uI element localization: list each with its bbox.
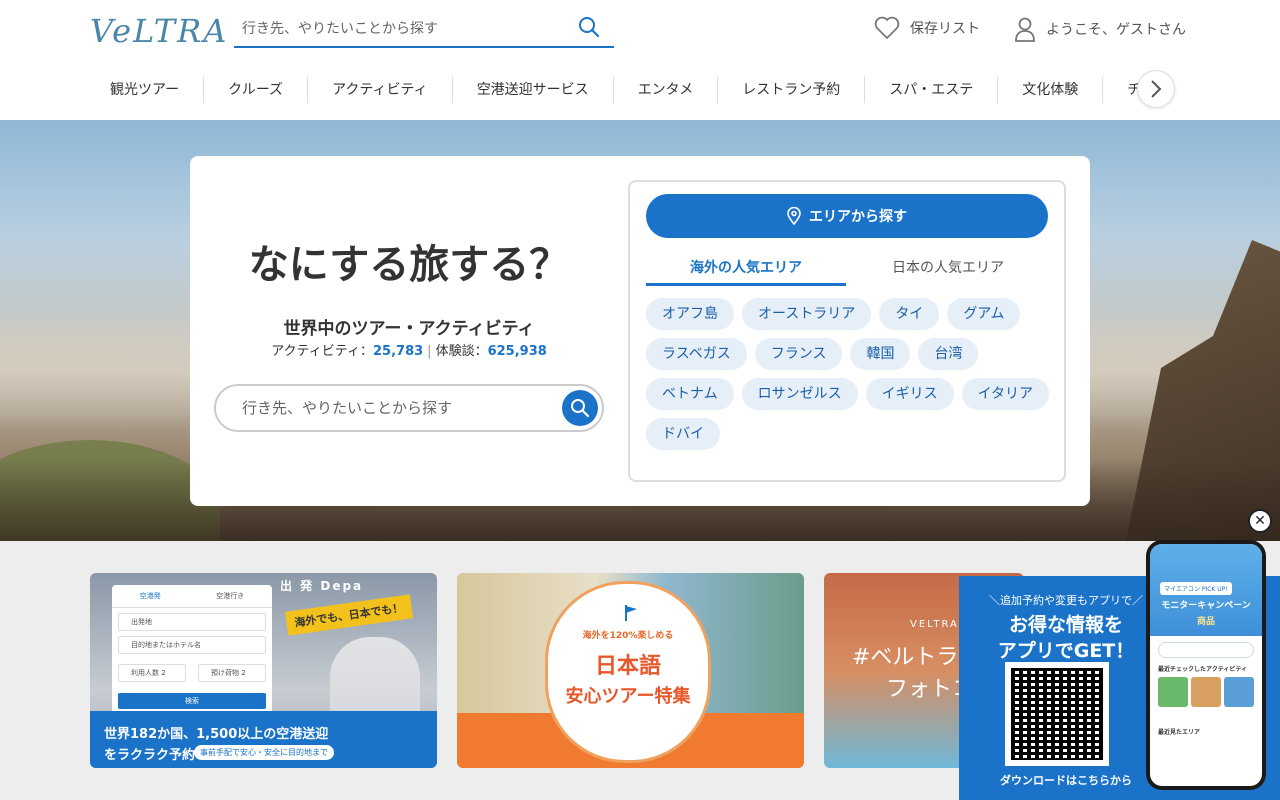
nav-item-6[interactable]: スパ・エステ: [865, 77, 999, 103]
heart-icon: [874, 16, 900, 39]
japanese-badge: 海外を120%楽しめる 日本語 安心ツアー特集: [545, 581, 711, 763]
tab-overseas[interactable]: 海外の人気エリア: [646, 254, 846, 286]
tab-to: 空港行き: [216, 592, 245, 600]
airport-strip: 世界182か国、1,500以上の空港送迎 をラクラク予約 事前手配で安心・安全に…: [90, 711, 437, 768]
hero-search-input[interactable]: [216, 386, 536, 430]
phone-label2: 最近見たエリア: [1158, 729, 1201, 736]
phone-row: [1158, 642, 1254, 658]
save-list-label: 保存リスト: [910, 21, 980, 37]
area-chip-11[interactable]: イタリア: [961, 378, 1050, 410]
area-chip-0[interactable]: オアフ島: [646, 298, 734, 330]
chevron-right-icon: [1151, 80, 1162, 98]
user-menu[interactable]: ようこそ、ゲストさん: [1014, 16, 1186, 42]
japanese-big: 日本語: [594, 654, 661, 679]
area-chip-6[interactable]: 韓国: [850, 338, 911, 370]
nav-item-8[interactable]: チケット: [1103, 77, 1140, 103]
field-dest: 目的地またはホテル名: [118, 636, 266, 654]
hero-search-button[interactable]: [562, 390, 598, 426]
nav-item-0[interactable]: 観光ツアー: [90, 77, 205, 103]
hero-title: なにする旅する？: [248, 242, 570, 288]
area-search-button[interactable]: エリアから探す: [646, 194, 1048, 238]
field-people: 利用人数 2: [118, 664, 186, 682]
phone-mockup: マイエアコン PICK UP! モニターキャンペーン 商品 最近チェックしたアク…: [1146, 540, 1266, 790]
area-chip-3[interactable]: グアム: [947, 298, 1021, 330]
app-promo-t1: ＼追加予約や変更もアプリで／: [989, 594, 1143, 607]
welcome-label: ようこそ、ゲストさん: [1046, 22, 1186, 38]
search-icon[interactable]: [578, 16, 600, 42]
japanese-big2: 安心ツアー特集: [565, 686, 691, 707]
area-chip-12[interactable]: ドバイ: [646, 418, 720, 450]
hero-section: なにする旅する？ 世界中のツアー・アクティビティ アクティビティ：25,783 |…: [0, 120, 1280, 541]
nav-item-7[interactable]: 文化体験: [998, 77, 1104, 103]
activities-label: アクティビティ：: [271, 344, 373, 359]
transfer-form-preview: 空港発 空港行き 出発地 目的地またはホテル名 利用人数 2 預け荷物 2 検索: [112, 585, 272, 717]
phone-label1: 最近チェックしたアクティビティ: [1158, 666, 1247, 673]
download-link[interactable]: ダウンロードはこちらから: [971, 772, 1161, 788]
area-chip-9[interactable]: ロサンゼルス: [741, 378, 858, 410]
area-chips: オアフ島 オーストラリア タイ グアム ラスベガス フランス 韓国 台湾 ベトナム ロサンゼルスイ…: [646, 298, 1056, 450]
user-icon: [1015, 17, 1035, 42]
nav-item-2[interactable]: アクティビティ: [308, 77, 453, 103]
transfer-search-button: 検索: [118, 693, 266, 709]
phone-thumbs: [1158, 677, 1254, 707]
field-luggage: 預け荷物 2: [198, 664, 266, 682]
area-chip-8[interactable]: ベトナム: [646, 378, 734, 410]
area-chip-10[interactable]: イギリス: [865, 378, 954, 410]
station-sign: 出 発 Depa: [280, 579, 364, 593]
area-chip-2[interactable]: タイ: [879, 298, 940, 330]
site-header: VeLTRA 保存リスト ようこそ、ゲストさん 観光ツアークルーズアクティビティ…: [0, 0, 1280, 120]
airport-line1: 世界182か国、1,500以上の空港送迎: [104, 727, 329, 742]
nav-item-3[interactable]: 空港送迎サービス: [453, 77, 614, 103]
japanese-tour-banner[interactable]: 海外を120%楽しめる 日本語 安心ツアー特集: [457, 573, 804, 768]
nav-item-1[interactable]: クルーズ: [204, 77, 309, 103]
reviews-label: 体験談：: [435, 344, 488, 359]
nav-item-4[interactable]: エンタメ: [614, 77, 719, 103]
header-search-input[interactable]: [234, 12, 564, 46]
promo-tag: 海外でも、日本でも！: [284, 594, 413, 636]
phone-screen: マイエアコン PICK UP! モニターキャンペーン 商品 最近チェックしたアク…: [1150, 544, 1262, 786]
japanese-small: 海外を120%楽しめる: [582, 631, 674, 641]
photo-veltra: VELTRA: [910, 619, 959, 630]
area-chip-5[interactable]: フランス: [754, 338, 843, 370]
search-icon: [571, 399, 590, 418]
location-pin-icon: [787, 207, 801, 225]
category-nav: 観光ツアー クルーズ アクティビティ 空港送迎サービス エンタメ レストラン予約 スパ・エス…: [90, 72, 1140, 108]
hero-card: なにする旅する？ 世界中のツアー・アクティビティ アクティビティ：25,783 |…: [190, 156, 1090, 506]
flag-icon: [625, 605, 637, 621]
area-chip-4[interactable]: ラスベガス: [646, 338, 747, 370]
close-icon[interactable]: ✕: [1248, 509, 1272, 533]
phone-campaign: モニターキャンペーン: [1161, 601, 1251, 611]
photo-hash: #ベルトラ: [852, 645, 959, 670]
area-chip-1[interactable]: オーストラリア: [742, 298, 872, 330]
area-chip-7[interactable]: 台湾: [918, 338, 979, 370]
hero-search: [214, 384, 604, 432]
phone-campaign2: 商品: [1196, 617, 1215, 627]
app-promo-t3: アプリでGET！: [997, 640, 1135, 662]
airport-pill: 事前手配で安心・安全に目的地まで: [194, 745, 334, 760]
activities-count: 25,783: [373, 344, 424, 359]
tab-from: 空港発: [139, 592, 161, 600]
tab-domestic[interactable]: 日本の人気エリア: [848, 254, 1048, 286]
header-search: [234, 12, 614, 48]
field-airport: 出発地: [118, 613, 266, 631]
airport-transfer-banner[interactable]: 出 発 Depa 空港発 空港行き 出発地 目的地またはホテル名 利用人数 2 預…: [90, 573, 437, 768]
reviews-count: 625,938: [487, 344, 547, 359]
area-panel: エリアから探す 海外の人気エリア 日本の人気エリア オアフ島 オーストラリア タイグ…: [628, 180, 1066, 482]
app-promo-t2: お得な情報を: [1008, 614, 1123, 636]
hero-subtitle: 世界中のツアー・アクティビティ: [283, 319, 535, 339]
veltra-logo[interactable]: VeLTRA: [90, 12, 228, 50]
phone-pick: マイエアコン PICK UP!: [1160, 582, 1232, 595]
save-list-link[interactable]: 保存リスト: [874, 16, 980, 40]
nav-item-5[interactable]: レストラン予約: [718, 77, 866, 103]
qr-code[interactable]: [1005, 662, 1109, 766]
nav-next-button[interactable]: [1137, 70, 1175, 108]
hero-stats: アクティビティ：25,783 | 体験談：625,938: [271, 344, 547, 359]
area-search-label: エリアから探す: [809, 209, 907, 225]
airport-line2: をラクラク予約: [104, 748, 196, 763]
